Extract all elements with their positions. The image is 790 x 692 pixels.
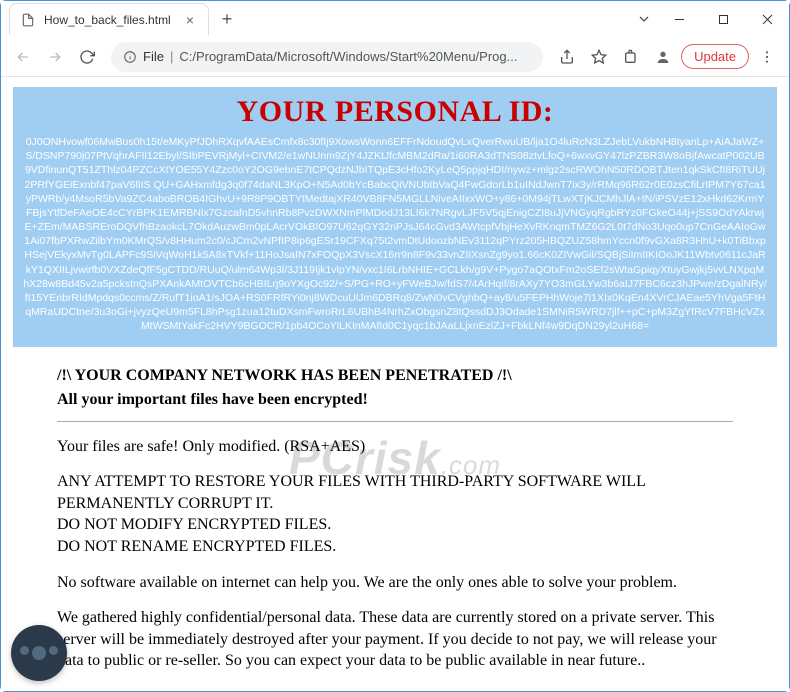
tab-dropdown-icon[interactable]: [631, 13, 657, 25]
url-separator: |: [170, 49, 173, 64]
new-tab-button[interactable]: +: [213, 5, 241, 33]
penetration-warning: /!\ YOUR COMPANY NETWORK HAS BEEN PENETR…: [57, 365, 733, 387]
extensions-button[interactable]: [617, 43, 645, 71]
browser-toolbar: File | C:/ProgramData/Microsoft/Windows/…: [1, 37, 789, 77]
forward-button[interactable]: [41, 43, 69, 71]
page-info-icon[interactable]: [123, 50, 137, 64]
page-content: YOUR PERSONAL ID: 0J0ONHvowf06MwBus0h15t…: [1, 77, 789, 691]
para-no-software: No software available on internet can he…: [57, 572, 733, 594]
reload-button[interactable]: [73, 43, 101, 71]
personal-id-heading: YOUR PERSONAL ID:: [23, 95, 767, 129]
page-viewport: YOUR PERSONAL ID: 0J0ONHvowf06MwBus0h15t…: [1, 77, 789, 691]
window-titlebar: How_to_back_files.html × +: [1, 1, 789, 37]
share-button[interactable]: [553, 43, 581, 71]
minimize-button[interactable]: [657, 4, 701, 34]
tab-title: How_to_back_files.html: [44, 13, 182, 27]
encrypted-warning: All your important files have been encry…: [57, 389, 733, 411]
para-do-not: ANY ATTEMPT TO RESTORE YOUR FILES WITH T…: [57, 471, 733, 557]
browser-tab[interactable]: How_to_back_files.html ×: [9, 3, 209, 35]
profile-button[interactable]: [649, 43, 677, 71]
back-button[interactable]: [9, 43, 37, 71]
update-button[interactable]: Update: [681, 44, 749, 69]
divider: [57, 421, 733, 422]
corner-badge: [11, 625, 67, 681]
maximize-button[interactable]: [701, 4, 745, 34]
url-scheme-label: File: [143, 49, 164, 64]
personal-id-blob: 0J0ONHvowf06MwBus0h15t/eMKyPfJDhRXqvfAAE…: [23, 135, 767, 333]
personal-id-panel: YOUR PERSONAL ID: 0J0ONHvowf06MwBus0h15t…: [13, 87, 777, 347]
close-window-button[interactable]: [745, 4, 789, 34]
url-text: C:/ProgramData/Microsoft/Windows/Start%2…: [179, 49, 531, 64]
para-files-safe: Your files are safe! Only modified. (RSA…: [57, 436, 733, 458]
window-controls: [631, 1, 789, 37]
address-bar[interactable]: File | C:/ProgramData/Microsoft/Windows/…: [111, 42, 543, 72]
file-icon: [20, 12, 36, 28]
menu-button[interactable]: [753, 43, 781, 71]
badge-dots-icon: [20, 646, 58, 660]
para-gathered-data: We gathered highly confidential/personal…: [57, 607, 733, 672]
ransom-note-body: /!\ YOUR COMPANY NETWORK HAS BEEN PENETR…: [13, 365, 777, 672]
bookmark-button[interactable]: [585, 43, 613, 71]
tab-close-icon[interactable]: ×: [182, 12, 198, 28]
